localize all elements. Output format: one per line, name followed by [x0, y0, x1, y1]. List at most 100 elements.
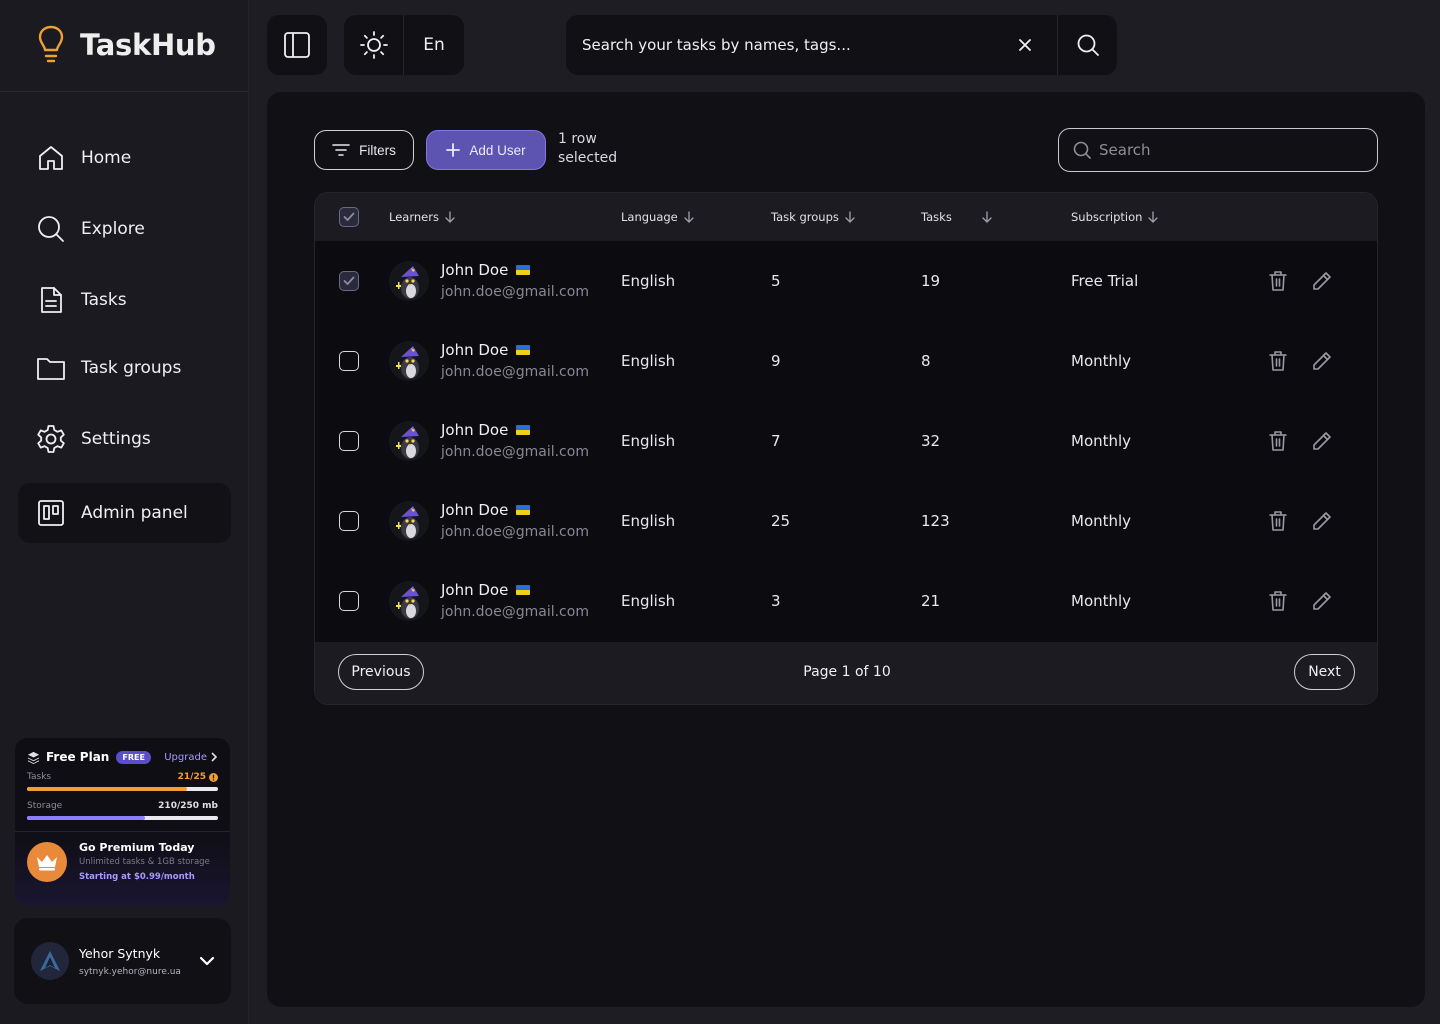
learner-tasks: 32	[921, 432, 941, 450]
sidebar: TaskHub Home Explore Tasks Task groups S…	[0, 0, 249, 1024]
learner-tasks: 21	[921, 592, 941, 610]
language-button[interactable]: En	[404, 15, 464, 75]
tasks-meter-label: Tasks	[27, 772, 52, 782]
learner-name[interactable]: John Doe	[441, 341, 531, 359]
sidebar-item-label: Explore	[81, 219, 145, 239]
column-header-tasks[interactable]: Tasks	[921, 193, 992, 241]
sidebar-item-task-groups[interactable]: Task groups	[18, 338, 231, 398]
sidebar-item-label: Admin panel	[81, 503, 188, 523]
delete-button[interactable]	[1266, 589, 1290, 613]
ukraine-flag-icon	[516, 345, 531, 355]
learner-language: English	[621, 272, 676, 290]
table-row[interactable]: John Doe john.doe@gmail.com English 5 19…	[315, 241, 1377, 321]
avatar	[31, 942, 69, 980]
pencil-icon	[1313, 592, 1331, 610]
sidebar-item-explore[interactable]: Explore	[18, 199, 231, 259]
table-row[interactable]: John Doe john.doe@gmail.com English 7 32…	[315, 401, 1377, 481]
row-checkbox[interactable]	[339, 431, 359, 451]
selection-count: 1 row selected	[558, 131, 618, 166]
learner-name[interactable]: John Doe	[441, 581, 531, 599]
learner-email: john.doe@gmail.com	[441, 524, 589, 540]
pencil-icon	[1313, 272, 1331, 290]
document-icon	[41, 287, 62, 313]
sidebar-item-label: Task groups	[81, 358, 182, 378]
edit-button[interactable]	[1310, 429, 1334, 453]
crown-icon	[27, 841, 67, 882]
search-submit-button[interactable]	[1058, 15, 1117, 75]
sidebar-item-tasks[interactable]: Tasks	[18, 270, 231, 330]
row-checkbox[interactable]	[339, 591, 359, 611]
row-checkbox[interactable]	[339, 271, 359, 291]
delete-button[interactable]	[1266, 509, 1290, 533]
table-search	[1058, 128, 1378, 172]
row-checkbox[interactable]	[339, 511, 359, 531]
learner-task-groups: 5	[771, 272, 781, 290]
global-search-input[interactable]	[582, 36, 1002, 54]
filters-button[interactable]: Filters	[314, 130, 414, 170]
delete-button[interactable]	[1266, 269, 1290, 293]
table-pagination: Previous Page 1 of 10 Next	[315, 642, 1377, 704]
chevron-right-icon	[211, 752, 218, 762]
column-header-learners[interactable]: Learners	[389, 193, 455, 241]
theme-toggle-button[interactable]	[344, 15, 404, 75]
column-header-subscription[interactable]: Subscription	[1071, 193, 1159, 241]
learner-language: English	[621, 352, 676, 370]
search-icon	[38, 216, 64, 242]
search-icon	[1073, 141, 1091, 159]
storage-meter-value: 210/250 mb	[158, 801, 218, 811]
learner-name[interactable]: John Doe	[441, 421, 531, 439]
admin-panel-main: Filters Add User 1 row selected Learners…	[267, 92, 1425, 1007]
sort-arrow-icon	[982, 211, 992, 223]
upgrade-link[interactable]: Upgrade	[164, 752, 218, 763]
select-all-checkbox[interactable]	[339, 207, 359, 227]
learner-tasks: 19	[921, 272, 941, 290]
storage-meter-label: Storage	[27, 801, 63, 811]
table-header: Learners Language Task groups Tasks Subs…	[315, 193, 1377, 241]
sidebar-item-settings[interactable]: Settings	[18, 409, 231, 469]
learner-name[interactable]: John Doe	[441, 501, 531, 519]
learner-subscription: Monthly	[1071, 512, 1132, 530]
ukraine-flag-icon	[516, 585, 531, 595]
learner-email: john.doe@gmail.com	[441, 604, 589, 620]
delete-button[interactable]	[1266, 429, 1290, 453]
sort-arrow-icon	[445, 211, 455, 223]
user-profile[interactable]: Yehor Sytnyk sytnyk.yehor@nure.ua	[14, 918, 231, 1004]
toggle-sidebar-button[interactable]	[267, 15, 327, 75]
row-checkbox[interactable]	[339, 351, 359, 371]
learner-avatar	[389, 581, 429, 621]
logo[interactable]: TaskHub	[36, 22, 216, 68]
app-name: TaskHub	[80, 28, 216, 62]
plan-badge: FREE	[116, 750, 151, 764]
learner-avatar	[389, 261, 429, 301]
table-row[interactable]: John Doe john.doe@gmail.com English 3 21…	[315, 561, 1377, 641]
add-user-button[interactable]: Add User	[426, 130, 546, 170]
edit-button[interactable]	[1310, 269, 1334, 293]
gear-icon	[37, 425, 65, 453]
delete-button[interactable]	[1266, 349, 1290, 373]
learner-name[interactable]: John Doe	[441, 261, 531, 279]
chevron-down-icon[interactable]	[199, 956, 215, 966]
next-page-button[interactable]: Next	[1294, 654, 1355, 690]
page-indicator: Page 1 of 10	[803, 664, 891, 680]
table-search-input[interactable]	[1099, 141, 1359, 159]
check-icon	[343, 212, 355, 221]
sidebar-item-admin-panel[interactable]: Admin panel	[18, 483, 231, 543]
premium-promo[interactable]: Go Premium Today Unlimited tasks & 1GB s…	[27, 841, 218, 882]
table-body: John Doe john.doe@gmail.com English 5 19…	[315, 241, 1377, 642]
table-row[interactable]: John Doe john.doe@gmail.com English 25 1…	[315, 481, 1377, 561]
edit-button[interactable]	[1310, 349, 1334, 373]
trash-icon	[1269, 351, 1287, 371]
clear-search-button[interactable]	[1013, 33, 1037, 57]
sidebar-toggle-icon	[284, 32, 310, 58]
user-email: sytnyk.yehor@nure.ua	[79, 966, 181, 977]
edit-button[interactable]	[1310, 589, 1334, 613]
sidebar-item-home[interactable]: Home	[18, 128, 231, 188]
column-header-task-groups[interactable]: Task groups	[771, 193, 855, 241]
learner-avatar	[389, 501, 429, 541]
tasks-progress-bar	[27, 787, 218, 791]
column-header-language[interactable]: Language	[621, 193, 694, 241]
edit-button[interactable]	[1310, 509, 1334, 533]
learner-task-groups: 7	[771, 432, 781, 450]
plan-card: Free Plan FREE Upgrade Tasks 21/25 Stora…	[15, 738, 230, 905]
table-row[interactable]: John Doe john.doe@gmail.com English 9 8 …	[315, 321, 1377, 401]
